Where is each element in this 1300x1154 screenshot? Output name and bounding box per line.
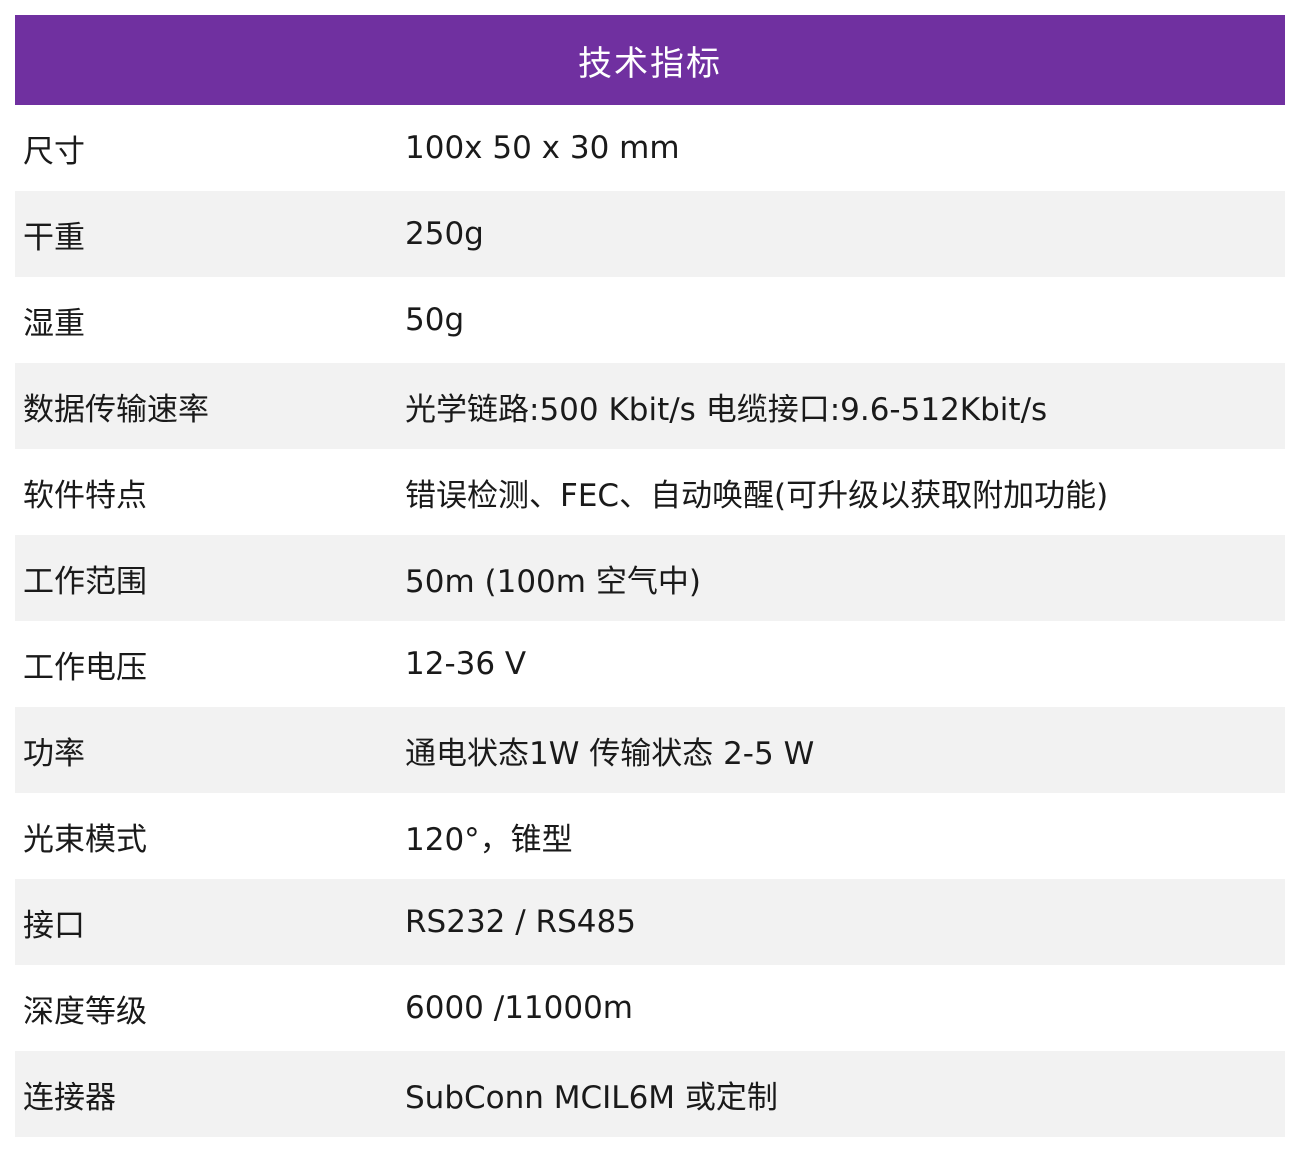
row-value: 250g: [405, 216, 484, 252]
table-row-wet-weight: 湿重 50g: [15, 277, 1285, 363]
table-row-dry-weight: 干重 250g: [15, 191, 1285, 277]
table-row-beam-pattern: 光束模式 120°，锥型: [15, 793, 1285, 879]
row-value: 100x 50 x 30 mm: [405, 130, 680, 166]
row-value: 光学链路:500 Kbit/s 电缆接口:9.6-512Kbit/s: [405, 391, 1048, 428]
table-header: 技术指标: [15, 15, 1285, 105]
table-row-connector: 连接器 SubConn MCIL6M 或定制: [15, 1051, 1285, 1137]
table-title: 技术指标: [578, 43, 722, 84]
row-label: 功率: [23, 735, 85, 772]
row-label: 软件特点: [23, 477, 147, 514]
row-label: 连接器: [23, 1079, 116, 1116]
table-row-software-features: 软件特点 错误检测、FEC、自动唤醒(可升级以获取附加功能): [15, 449, 1285, 535]
row-label: 光束模式: [23, 821, 147, 858]
row-label: 尺寸: [23, 133, 85, 170]
row-value: 6000 /11000m: [405, 990, 634, 1026]
row-value: 50g: [405, 302, 465, 338]
table-row-data-rate: 数据传输速率 光学链路:500 Kbit/s 电缆接口:9.6-512Kbit/…: [15, 363, 1285, 449]
table-row-size: 尺寸 100x 50 x 30 mm: [15, 105, 1285, 191]
row-label: 工作范围: [23, 563, 147, 600]
row-label: 湿重: [23, 305, 85, 342]
table-row-working-range: 工作范围 50m (100m 空气中): [15, 535, 1285, 621]
table-row-depth-rating: 深度等级 6000 /11000m: [15, 965, 1285, 1051]
row-label: 深度等级: [23, 993, 147, 1030]
table-row-voltage: 工作电压 12-36 V: [15, 621, 1285, 707]
row-label: 工作电压: [23, 649, 147, 686]
row-value: 120°，锥型: [405, 821, 573, 858]
table-row-power: 功率 通电状态1W 传输状态 2-5 W: [15, 707, 1285, 793]
row-value: 通电状态1W 传输状态 2-5 W: [405, 735, 815, 772]
row-label: 接口: [23, 907, 85, 944]
row-value: 12-36 V: [405, 646, 527, 682]
row-value: RS232 / RS485: [405, 904, 636, 940]
row-value: 50m (100m 空气中): [405, 563, 701, 600]
row-label: 数据传输速率: [23, 391, 209, 428]
row-label: 干重: [23, 219, 85, 256]
row-value: SubConn MCIL6M 或定制: [405, 1079, 778, 1116]
row-value: 错误检测、FEC、自动唤醒(可升级以获取附加功能): [405, 477, 1109, 514]
table-row-interface: 接口 RS232 / RS485: [15, 879, 1285, 965]
spec-table: 技术指标 尺寸 100x 50 x 30 mm 干重 250g 湿重 50g 数…: [15, 15, 1285, 1137]
